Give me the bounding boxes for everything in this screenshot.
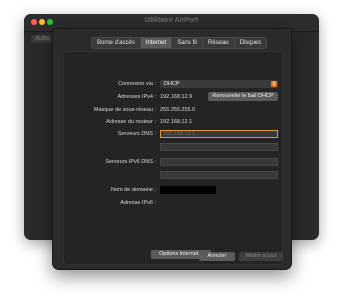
mask-value: 255.255.255.0 [160,107,196,113]
connexion-label: Connexion via : [118,81,156,87]
dns-label: Serveurs DNS : [117,131,156,137]
cancel-button[interactable]: Annuler [199,252,235,261]
chevron-updown-icon: ⇕ [271,81,277,87]
tab-disks[interactable]: Disques [235,38,267,48]
tab-internet[interactable]: Internet [140,38,173,48]
tab-network[interactable]: Réseau [203,38,235,48]
router-value: 192.168.12.1 [160,119,193,125]
settings-sheet: Borne d'accès Internet Sans fil Réseau D… [52,28,292,270]
router-label: Adresse du routeur : [106,119,156,125]
connexion-value: DHCP [164,81,180,87]
update-button[interactable]: Mettre à jour [239,252,283,261]
internet-panel: Connexion via : DHCP ⇕ Adresses IPv4 : 1… [63,51,283,265]
dns-field-2[interactable] [160,143,278,151]
tab-wireless[interactable]: Sans fil [172,38,203,48]
domain-field[interactable] [160,186,216,194]
side-button[interactable]: Autre [31,35,54,43]
dns-field-1[interactable]: 192.168.12.1 [160,130,278,138]
domain-label: Nom de domaine : [111,187,156,193]
tab-base-station[interactable]: Borne d'accès [92,38,141,48]
renew-dhcp-button[interactable]: Renouveler le bail DHCP [208,92,278,101]
tab-bar: Borne d'accès Internet Sans fil Réseau D… [91,37,268,49]
window-title: Utilitaire AirPort [144,17,199,24]
ipv6-label: Adresse IPv6 : [120,200,156,206]
mask-label: Masque de sous-réseau : [93,107,156,113]
dns6-field-2[interactable] [160,171,278,179]
ipv4-label: Adresses IPv4 : [117,94,156,100]
connexion-select[interactable]: DHCP ⇕ [160,80,278,88]
dns6-field-1[interactable] [160,158,278,166]
dns6-label: Serveurs IPv6 DNS : [105,159,156,165]
ipv4-value: 192.168.12.9 [160,94,193,100]
